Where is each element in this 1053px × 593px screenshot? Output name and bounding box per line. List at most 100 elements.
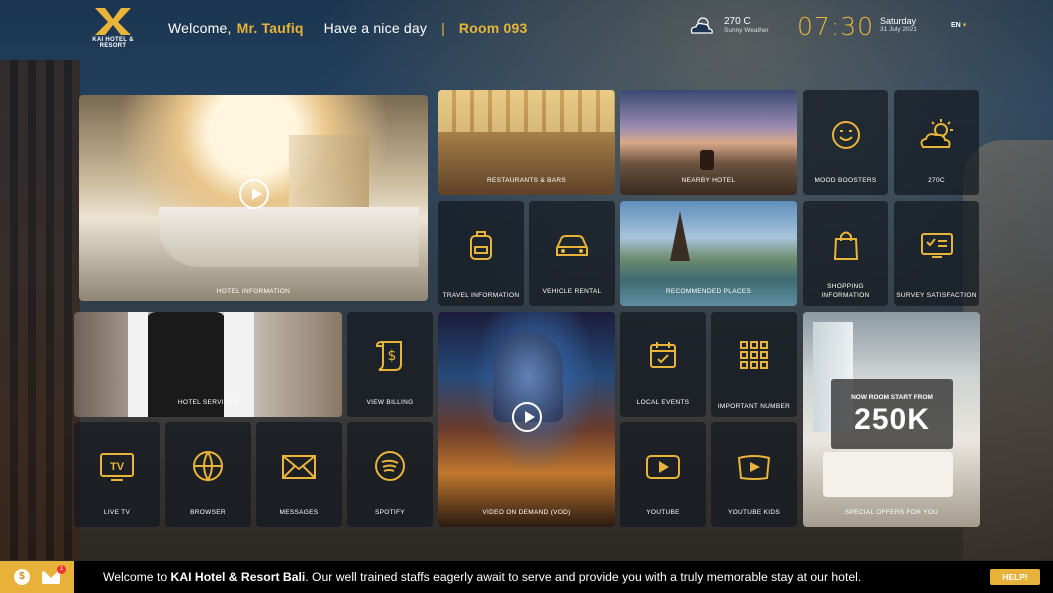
tile-survey-satisfaction[interactable]: SURVEY SATISFACTION: [894, 201, 979, 306]
globe-icon: [193, 451, 223, 482]
tile-travel-information[interactable]: TRAVEL INFORMATION: [438, 201, 524, 306]
tile-hotel-information[interactable]: HOTEL INFORMATION: [79, 95, 428, 301]
tile-label: SHOPPING INFORMATION: [821, 283, 870, 299]
dinner-couple: [700, 150, 714, 170]
tile-restaurants-bars[interactable]: RESTAURANTS & BARS: [438, 90, 615, 195]
tile-spotify[interactable]: SPOTIFY: [347, 422, 433, 527]
play-icon[interactable]: [238, 178, 269, 209]
tile-video-on-demand[interactable]: VIDEO ON DEMAND (VOD): [438, 312, 615, 527]
chevron-down-icon: ▾: [962, 22, 967, 29]
mail-badge: 1: [57, 564, 66, 574]
tile-local-events[interactable]: LOCAL EVENTS: [620, 312, 706, 417]
tv-icon: TV: [100, 453, 134, 481]
tile-label: TRAVEL INFORMATION: [442, 291, 520, 299]
news-ticker: Welcome to KAI Hotel & Resort Bali. Our …: [103, 570, 861, 584]
temple-shape: [670, 211, 690, 261]
language-selector[interactable]: EN ▾: [951, 21, 966, 29]
tile-youtube-kids[interactable]: YOUTUBE KIDS: [711, 422, 797, 527]
offer-price: 250K: [854, 403, 930, 436]
date-text: 31 July 2021: [880, 26, 917, 33]
offer-banner: NOW ROOM START FROM 250K: [831, 379, 953, 449]
tile-hotel-services[interactable]: HOTEL SERVICES: [74, 312, 342, 417]
backpack-icon: [470, 231, 492, 260]
tile-mood-boosters[interactable]: MOOD BOOSTERS: [803, 90, 888, 195]
car-icon: [556, 235, 588, 256]
hotel-logo: KAI HOTEL & RESORT: [78, 6, 148, 50]
ticker-prefix: Welcome to: [103, 570, 171, 584]
tile-browser[interactable]: BROWSER: [165, 422, 251, 527]
day-name: Saturday: [880, 16, 917, 26]
svg-text:TV: TV: [110, 461, 125, 473]
logo-icon: [95, 8, 131, 35]
calendar-icon: [650, 342, 676, 368]
tile-label: LIVE TV: [103, 508, 131, 516]
tile-label: RESTAURANTS & BARS: [487, 176, 566, 184]
sun-cloud-icon: [920, 119, 953, 148]
weather-widget: 270 C Sunny Weather: [688, 15, 769, 35]
logo-text: KAI HOTEL & RESORT: [92, 37, 134, 49]
clock: 07:30: [797, 12, 875, 41]
tile-label: SPOTIFY: [375, 508, 405, 516]
tile-label: HOTEL INFORMATION: [216, 287, 291, 295]
youtube-kids-icon: [737, 455, 771, 480]
tile-label: 270C: [928, 176, 945, 184]
tile-youtube[interactable]: YOUTUBE: [620, 422, 706, 527]
smile-icon: [831, 121, 860, 149]
lobby-pillar: [289, 135, 369, 207]
tile-label: IMPORTANT NUMBER: [717, 402, 791, 410]
tile-label: SPECIAL OFFERS FOR YOU: [844, 508, 939, 516]
language-code: EN: [951, 22, 961, 29]
bill-icon: $: [375, 340, 402, 371]
background-decor-left: [0, 60, 80, 560]
mail-icon[interactable]: 1: [42, 564, 66, 584]
tile-shopping-information[interactable]: SHOPPING INFORMATION: [803, 201, 888, 306]
tile-live-tv[interactable]: TV LIVE TV: [74, 422, 160, 527]
weather-desc: Sunny Weather: [724, 27, 769, 34]
youtube-icon: [646, 455, 680, 479]
tile-special-offers[interactable]: NOW ROOM START FROM 250K SPECIAL OFFERS …: [803, 312, 980, 527]
play-icon[interactable]: [511, 402, 542, 433]
tile-label: MOOD BOOSTERS: [814, 176, 877, 184]
help-button[interactable]: HELP!: [990, 569, 1040, 585]
separator: |: [441, 20, 445, 36]
tile-label: RECOMMENDED PLACES: [665, 287, 752, 295]
tile-label: VEHICLE RENTAL: [542, 287, 602, 295]
svg-text:$: $: [388, 348, 397, 364]
welcome-prefix: Welcome,: [168, 20, 232, 36]
room-number: Room 093: [458, 20, 528, 36]
tile-label: NEARBY HOTEL: [681, 176, 736, 184]
ticker-hotel-name: KAI Hotel & Resort Bali: [170, 570, 306, 584]
tile-vehicle-rental[interactable]: VEHICLE RENTAL: [529, 201, 615, 306]
welcome-bar: Welcome, Mr. Taufiq Have a nice day | Ro…: [168, 20, 527, 36]
tile-important-number[interactable]: IMPORTANT NUMBER: [711, 312, 797, 417]
date-display: Saturday 31 July 2021: [880, 16, 917, 33]
footer-bar: $ 1 Welcome to KAI Hotel & Resort Bali. …: [0, 561, 1053, 593]
tile-label: YOUTUBE: [646, 508, 680, 516]
greeting: Have a nice day: [323, 20, 428, 36]
tile-label: SURVEY SATISFACTION: [896, 291, 977, 299]
tile-label: VIDEO ON DEMAND (VOD): [482, 508, 571, 516]
tile-messages[interactable]: MESSAGES: [256, 422, 342, 527]
billing-coin-icon[interactable]: $: [14, 569, 30, 585]
tile-recommended-places[interactable]: RECOMMENDED PLACES: [620, 201, 797, 306]
tile-label: HOTEL SERVICES: [177, 398, 239, 406]
sun-cloud-icon: [690, 17, 713, 34]
envelope-icon: [282, 455, 316, 479]
weather-temp: 270 C: [724, 16, 751, 27]
survey-icon: [920, 233, 953, 258]
guest-name: Mr. Taufiq: [236, 20, 304, 36]
tile-label: VIEW BILLING: [366, 398, 414, 406]
keypad-icon: [740, 341, 768, 369]
reception-desk: [159, 207, 419, 267]
tile-label: BROWSER: [190, 508, 226, 516]
offer-subtitle: NOW ROOM START FROM: [851, 394, 933, 401]
tile-label: MESSAGES: [279, 508, 319, 516]
bed: [823, 452, 953, 497]
footer-quick-actions: $ 1: [0, 561, 74, 593]
shopping-bag-icon: [833, 231, 858, 260]
tile-label: YOUTUBE KIDS: [728, 508, 780, 516]
tile-view-billing[interactable]: $ VIEW BILLING: [347, 312, 433, 417]
tile-weather[interactable]: 270C: [894, 90, 979, 195]
ticker-suffix: . Our well trained staffs eagerly await …: [305, 570, 862, 584]
tile-nearby-hotel[interactable]: NEARBY HOTEL: [620, 90, 797, 195]
